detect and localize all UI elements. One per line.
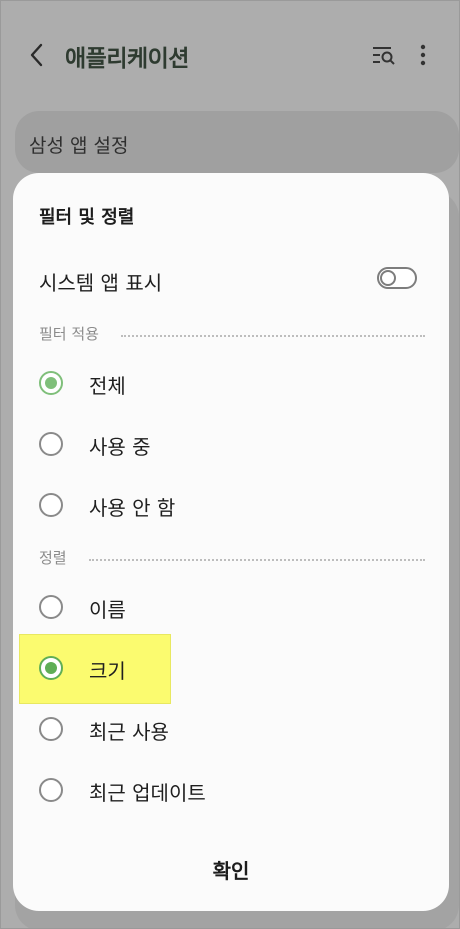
samsung-app-settings-card[interactable]: 삼성 앱 설정 [15,111,459,173]
sort-option-label: 크기 [89,659,126,683]
radio-button[interactable] [39,432,63,456]
list-search-icon[interactable] [371,44,397,66]
filter-sort-sheet: 필터 및 정렬 시스템 앱 표시 필터 적용 전체 사용 중 사용 안 함 정렬 [13,173,449,911]
filter-option-label: 사용 안 함 [89,496,176,520]
filter-section-header: 필터 적용 [13,321,449,345]
radio-button[interactable] [39,717,63,741]
filter-option-not-in-use[interactable]: 사용 안 함 [13,480,449,530]
radio-button[interactable] [39,493,63,517]
sort-option-label: 최근 업데이트 [89,781,206,805]
sort-option-recently-updated[interactable]: 최근 업데이트 [13,765,449,815]
filter-option-label: 사용 중 [89,435,151,459]
app-screen: 애플리케이션 삼성 앱 설정 필터 및 정렬 시스템 앱 표시 필터 적용 전체… [0,0,460,929]
filter-option-label: 전체 [89,374,126,398]
section-divider [121,335,425,337]
confirm-button[interactable]: 확인 [181,851,281,891]
filter-section-label: 필터 적용 [39,325,99,343]
samsung-app-settings-label: 삼성 앱 설정 [29,135,129,157]
sort-option-size[interactable]: 크기 [13,643,449,693]
filter-option-in-use[interactable]: 사용 중 [13,419,449,469]
show-system-apps-row[interactable]: 시스템 앱 표시 [13,253,449,303]
radio-button[interactable] [39,778,63,802]
show-system-apps-label: 시스템 앱 표시 [39,271,163,295]
sort-option-label: 이름 [89,598,126,622]
page-title: 애플리케이션 [65,46,189,72]
app-bar: 애플리케이션 [1,1,459,111]
section-divider [89,559,425,561]
back-arrow-icon[interactable] [27,41,47,69]
radio-button[interactable] [39,595,63,619]
sort-section-header: 정렬 [13,545,449,569]
sort-option-recently-used[interactable]: 최근 사용 [13,704,449,754]
sheet-title: 필터 및 정렬 [39,207,135,228]
filter-option-all[interactable]: 전체 [13,358,449,408]
toggle-knob [380,270,396,286]
radio-button-checked[interactable] [39,656,63,680]
show-system-apps-toggle[interactable] [377,267,417,289]
radio-button-checked[interactable] [39,371,63,395]
more-vertical-icon[interactable] [419,43,427,67]
sort-section-label: 정렬 [39,549,67,567]
sort-option-name[interactable]: 이름 [13,582,449,632]
sort-option-label: 최근 사용 [89,720,169,744]
